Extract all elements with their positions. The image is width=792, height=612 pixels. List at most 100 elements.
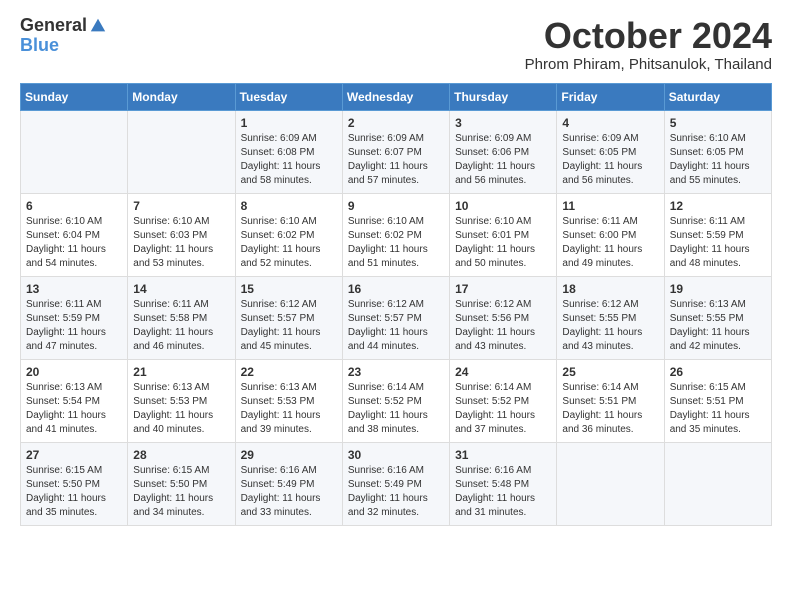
day-number: 8 (241, 199, 337, 213)
calendar-cell: 19Sunrise: 6:13 AM Sunset: 5:55 PM Dayli… (664, 276, 771, 359)
day-info: Sunrise: 6:13 AM Sunset: 5:55 PM Dayligh… (670, 298, 766, 354)
calendar-header-row: SundayMondayTuesdayWednesdayThursdayFrid… (21, 83, 772, 110)
title-block: October 2024 Phrom Phiram, Phitsanulok, … (525, 16, 772, 73)
day-info: Sunrise: 6:09 AM Sunset: 6:05 PM Dayligh… (562, 132, 658, 188)
day-info: Sunrise: 6:12 AM Sunset: 5:56 PM Dayligh… (455, 298, 551, 354)
calendar-cell: 18 Sunrise: 6:12 AM Sunset: 5:55 PM Dayli… (557, 276, 664, 359)
calendar-table: SundayMondayTuesdayWednesdayThursdayFrid… (20, 83, 772, 526)
day-number: 24 (455, 365, 551, 379)
day-info: Sunrise: 6:12 AM Sunset: 5:55 PM Dayligh… (562, 298, 658, 354)
day-number: 26 (670, 365, 766, 379)
calendar-cell: 31Sunrise: 6:16 AM Sunset: 5:48 PM Dayli… (450, 442, 557, 525)
day-info: Sunrise: 6:13 AM Sunset: 5:54 PM Dayligh… (26, 381, 122, 437)
calendar-cell: 7 Sunrise: 6:10 AM Sunset: 6:03 PM Daylig… (128, 193, 235, 276)
logo-general-text: General (20, 16, 87, 36)
day-info: Sunrise: 6:14 AM Sunset: 5:52 PM Dayligh… (455, 381, 551, 437)
page-header: General Blue October 2024 Phrom Phiram, … (20, 16, 772, 73)
day-number: 1 (241, 116, 337, 130)
day-info: Sunrise: 6:09 AM Sunset: 6:06 PM Dayligh… (455, 132, 551, 188)
day-number: 16 (348, 282, 444, 296)
calendar-cell: 4 Sunrise: 6:09 AM Sunset: 6:05 PM Daylig… (557, 110, 664, 193)
calendar-cell: 17 Sunrise: 6:12 AM Sunset: 5:56 PM Dayli… (450, 276, 557, 359)
header-friday: Friday (557, 83, 664, 110)
calendar-cell: 13 Sunrise: 6:11 AM Sunset: 5:59 PM Dayli… (21, 276, 128, 359)
day-number: 4 (562, 116, 658, 130)
header-sunday: Sunday (21, 83, 128, 110)
calendar-cell: 12Sunrise: 6:11 AM Sunset: 5:59 PM Dayli… (664, 193, 771, 276)
calendar-cell: 26 Sunrise: 6:15 AM Sunset: 5:51 PM Dayli… (664, 359, 771, 442)
day-number: 12 (670, 199, 766, 213)
day-info: Sunrise: 6:14 AM Sunset: 5:52 PM Dayligh… (348, 381, 444, 437)
day-number: 21 (133, 365, 229, 379)
calendar-cell: 25Sunrise: 6:14 AM Sunset: 5:51 PM Dayli… (557, 359, 664, 442)
calendar-cell: 20 Sunrise: 6:13 AM Sunset: 5:54 PM Dayli… (21, 359, 128, 442)
day-number: 29 (241, 448, 337, 462)
day-info: Sunrise: 6:10 AM Sunset: 6:02 PM Dayligh… (241, 215, 337, 271)
calendar-cell: 10 Sunrise: 6:10 AM Sunset: 6:01 PM Dayli… (450, 193, 557, 276)
calendar-cell: 14Sunrise: 6:11 AM Sunset: 5:58 PM Dayli… (128, 276, 235, 359)
day-number: 9 (348, 199, 444, 213)
day-info: Sunrise: 6:16 AM Sunset: 5:48 PM Dayligh… (455, 464, 551, 520)
day-info: Sunrise: 6:11 AM Sunset: 5:59 PM Dayligh… (26, 298, 122, 354)
calendar-cell: 11 Sunrise: 6:11 AM Sunset: 6:00 PM Dayli… (557, 193, 664, 276)
day-info: Sunrise: 6:13 AM Sunset: 5:53 PM Dayligh… (241, 381, 337, 437)
day-number: 6 (26, 199, 122, 213)
calendar-cell: 8 Sunrise: 6:10 AM Sunset: 6:02 PM Daylig… (235, 193, 342, 276)
day-number: 17 (455, 282, 551, 296)
day-number: 27 (26, 448, 122, 462)
day-info: Sunrise: 6:16 AM Sunset: 5:49 PM Dayligh… (348, 464, 444, 520)
calendar-week-row: 6 Sunrise: 6:10 AM Sunset: 6:04 PM Daylig… (21, 193, 772, 276)
calendar-cell: 1 Sunrise: 6:09 AM Sunset: 6:08 PM Daylig… (235, 110, 342, 193)
day-info: Sunrise: 6:10 AM Sunset: 6:03 PM Dayligh… (133, 215, 229, 271)
day-number: 7 (133, 199, 229, 213)
day-info: Sunrise: 6:15 AM Sunset: 5:50 PM Dayligh… (133, 464, 229, 520)
day-info: Sunrise: 6:13 AM Sunset: 5:53 PM Dayligh… (133, 381, 229, 437)
calendar-week-row: 20 Sunrise: 6:13 AM Sunset: 5:54 PM Dayli… (21, 359, 772, 442)
day-number: 10 (455, 199, 551, 213)
day-info: Sunrise: 6:15 AM Sunset: 5:51 PM Dayligh… (670, 381, 766, 437)
day-info: Sunrise: 6:09 AM Sunset: 6:08 PM Dayligh… (241, 132, 337, 188)
calendar-cell (21, 110, 128, 193)
day-info: Sunrise: 6:10 AM Sunset: 6:02 PM Dayligh… (348, 215, 444, 271)
day-number: 13 (26, 282, 122, 296)
calendar-cell: 5 Sunrise: 6:10 AM Sunset: 6:05 PM Daylig… (664, 110, 771, 193)
calendar-cell: 16 Sunrise: 6:12 AM Sunset: 5:57 PM Dayli… (342, 276, 449, 359)
day-info: Sunrise: 6:11 AM Sunset: 6:00 PM Dayligh… (562, 215, 658, 271)
calendar-cell: 23 Sunrise: 6:14 AM Sunset: 5:52 PM Dayli… (342, 359, 449, 442)
header-saturday: Saturday (664, 83, 771, 110)
calendar-cell (128, 110, 235, 193)
day-number: 18 (562, 282, 658, 296)
calendar-week-row: 27 Sunrise: 6:15 AM Sunset: 5:50 PM Dayli… (21, 442, 772, 525)
calendar-cell: 22Sunrise: 6:13 AM Sunset: 5:53 PM Dayli… (235, 359, 342, 442)
calendar-cell: 27Sunrise: 6:15 AM Sunset: 5:50 PM Dayli… (21, 442, 128, 525)
header-monday: Monday (128, 83, 235, 110)
month-title: October 2024 (525, 16, 772, 56)
calendar-cell: 21 Sunrise: 6:13 AM Sunset: 5:53 PM Dayli… (128, 359, 235, 442)
day-info: Sunrise: 6:10 AM Sunset: 6:05 PM Dayligh… (670, 132, 766, 188)
calendar-cell: 9 Sunrise: 6:10 AM Sunset: 6:02 PM Daylig… (342, 193, 449, 276)
day-number: 11 (562, 199, 658, 213)
logo-blue-text: Blue (20, 36, 59, 56)
day-number: 5 (670, 116, 766, 130)
day-number: 23 (348, 365, 444, 379)
calendar-week-row: 13 Sunrise: 6:11 AM Sunset: 5:59 PM Dayli… (21, 276, 772, 359)
calendar-cell: 15 Sunrise: 6:12 AM Sunset: 5:57 PM Dayli… (235, 276, 342, 359)
day-info: Sunrise: 6:10 AM Sunset: 6:01 PM Dayligh… (455, 215, 551, 271)
day-number: 25 (562, 365, 658, 379)
logo: General Blue (20, 16, 107, 56)
calendar-cell: 2Sunrise: 6:09 AM Sunset: 6:07 PM Daylig… (342, 110, 449, 193)
location-text: Phrom Phiram, Phitsanulok, Thailand (525, 56, 772, 73)
calendar-cell (557, 442, 664, 525)
header-thursday: Thursday (450, 83, 557, 110)
day-info: Sunrise: 6:10 AM Sunset: 6:04 PM Dayligh… (26, 215, 122, 271)
day-number: 15 (241, 282, 337, 296)
logo-icon (89, 17, 107, 35)
calendar-cell: 30Sunrise: 6:16 AM Sunset: 5:49 PM Dayli… (342, 442, 449, 525)
day-info: Sunrise: 6:12 AM Sunset: 5:57 PM Dayligh… (348, 298, 444, 354)
day-number: 20 (26, 365, 122, 379)
day-info: Sunrise: 6:12 AM Sunset: 5:57 PM Dayligh… (241, 298, 337, 354)
calendar-cell (664, 442, 771, 525)
day-number: 2 (348, 116, 444, 130)
day-number: 28 (133, 448, 229, 462)
calendar-cell: 6 Sunrise: 6:10 AM Sunset: 6:04 PM Daylig… (21, 193, 128, 276)
